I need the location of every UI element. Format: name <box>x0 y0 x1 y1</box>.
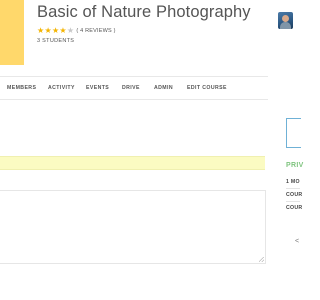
sidebar-heading: PRIV <box>286 162 304 169</box>
star-icon: ★ <box>59 26 67 35</box>
students-count: 3 STUDENTS <box>37 38 75 44</box>
tab-admin[interactable]: ADMIN <box>154 85 173 91</box>
sidebar-row-3: COUR <box>286 205 303 211</box>
avatar-shoulders <box>280 22 291 29</box>
sidebar-row-1: 1 MO <box>286 179 300 185</box>
user-avatar[interactable] <box>278 12 293 29</box>
notice-bar <box>0 156 265 170</box>
nav-divider-bottom <box>0 99 268 100</box>
tab-activity[interactable]: ACTIVITY <box>48 85 75 91</box>
avatar-face <box>282 15 289 22</box>
tab-drive[interactable]: DRIVE <box>122 85 140 91</box>
tab-edit-course[interactable]: EDIT COURSE <box>187 85 227 91</box>
share-icon[interactable]: < <box>295 238 299 245</box>
reviews-count[interactable]: ( 4 REVIEWS ) <box>76 28 115 34</box>
tab-events[interactable]: EVENTS <box>86 85 109 91</box>
course-thumbnail[interactable] <box>0 0 24 65</box>
star-icon: ★ <box>37 26 45 35</box>
nav-divider-top <box>0 76 268 77</box>
sidebar-divider <box>286 188 300 189</box>
star-icon: ★ <box>44 26 52 35</box>
star-icon: ★ <box>51 26 60 35</box>
tab-members[interactable]: MEMBERS <box>7 85 36 91</box>
sidebar-row-2: COUR <box>286 192 303 198</box>
star-empty-icon: ★ <box>66 26 75 35</box>
resize-handle-icon[interactable] <box>259 257 264 262</box>
sidebar-action-box[interactable] <box>286 118 301 148</box>
content-textarea[interactable] <box>0 190 266 264</box>
course-title: Basic of Nature Photography <box>37 3 251 21</box>
sidebar-divider <box>286 201 300 202</box>
course-rating: ★ ★ ★ ★ ★ ( 4 REVIEWS ) <box>37 26 116 35</box>
